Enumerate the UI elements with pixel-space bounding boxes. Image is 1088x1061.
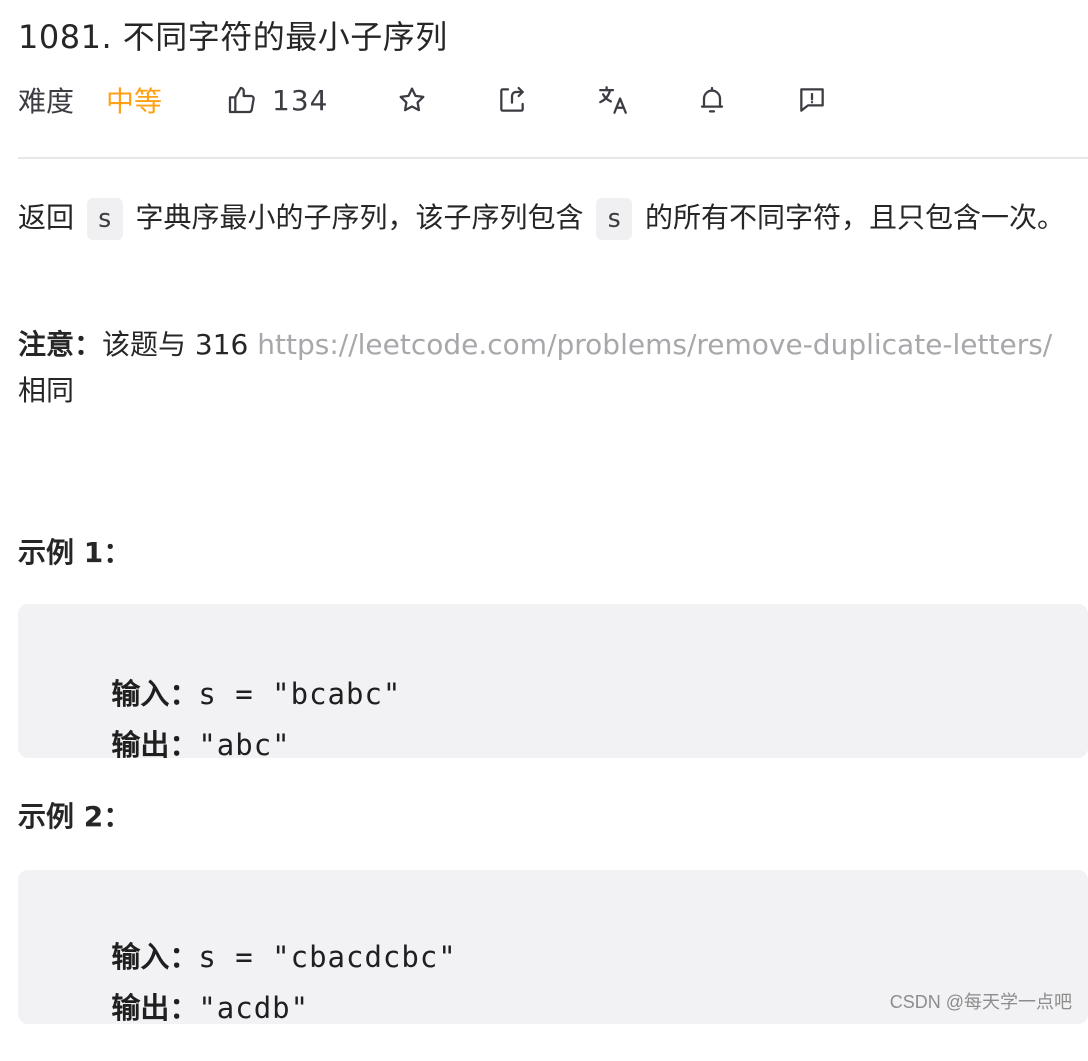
favorite-button[interactable] <box>396 80 496 120</box>
share-icon <box>496 84 528 116</box>
translate-icon <box>596 83 630 117</box>
watermark: CSDN @每天学一点吧 <box>889 992 1072 1012</box>
subscribe-button[interactable] <box>696 80 796 120</box>
description-text: 字典序最小的子序列，该子序列包含 <box>135 201 584 234</box>
note-text: 该题与 316 <box>102 328 258 361</box>
difficulty-badge: 中等 <box>106 85 163 118</box>
inline-code: s <box>86 198 123 240</box>
problem-description: 返回 s 字典序最小的子序列，该子序列包含 s 的所有不同字符，且只包含一次。 <box>18 192 1084 244</box>
problem-title: 1081. 不同字符的最小子序列 <box>18 18 448 56</box>
difficulty-label: 难度 <box>18 85 75 118</box>
output-label: 输出： <box>111 991 199 1025</box>
divider <box>18 157 1088 159</box>
translate-button[interactable] <box>596 80 696 120</box>
example-output-line: 输出："acdb" <box>56 951 309 1061</box>
like-count: 134 <box>272 83 329 117</box>
note-label: 注意： <box>18 328 103 361</box>
output-value: "acdb" <box>198 991 310 1025</box>
example-heading: 示例 1： <box>18 536 132 569</box>
problem-meta-bar: 难度 中等 134 <box>18 80 896 120</box>
star-icon <box>396 84 428 116</box>
output-value: "abc" <box>198 728 291 762</box>
description-text: 返回 <box>18 201 75 234</box>
thumbs-up-icon <box>226 84 258 116</box>
description-text: 的所有不同字符，且只包含一次。 <box>644 201 1065 234</box>
inline-code: s <box>596 198 633 240</box>
problem-note: 注意：该题与 316 https://leetcode.com/problems… <box>18 322 1084 414</box>
output-label: 输出： <box>111 728 199 762</box>
feedback-icon <box>796 84 828 116</box>
note-text: 相同 <box>18 374 75 407</box>
share-button[interactable] <box>496 80 596 120</box>
bell-icon <box>696 84 728 116</box>
example-heading: 示例 2： <box>18 800 132 833</box>
related-problem-link[interactable]: https://leetcode.com/problems/remove-dup… <box>257 328 1052 361</box>
like-button[interactable]: 134 <box>226 84 396 117</box>
example-block: 输入：s = "bcabc" 输出："abc" <box>18 604 1088 762</box>
feedback-button[interactable] <box>796 80 896 120</box>
example-output-line: 输出："abc" <box>56 688 291 798</box>
problem-page: 1081. 不同字符的最小子序列 难度 中等 134 返回 s 字典序最小的子序… <box>18 0 1088 1025</box>
